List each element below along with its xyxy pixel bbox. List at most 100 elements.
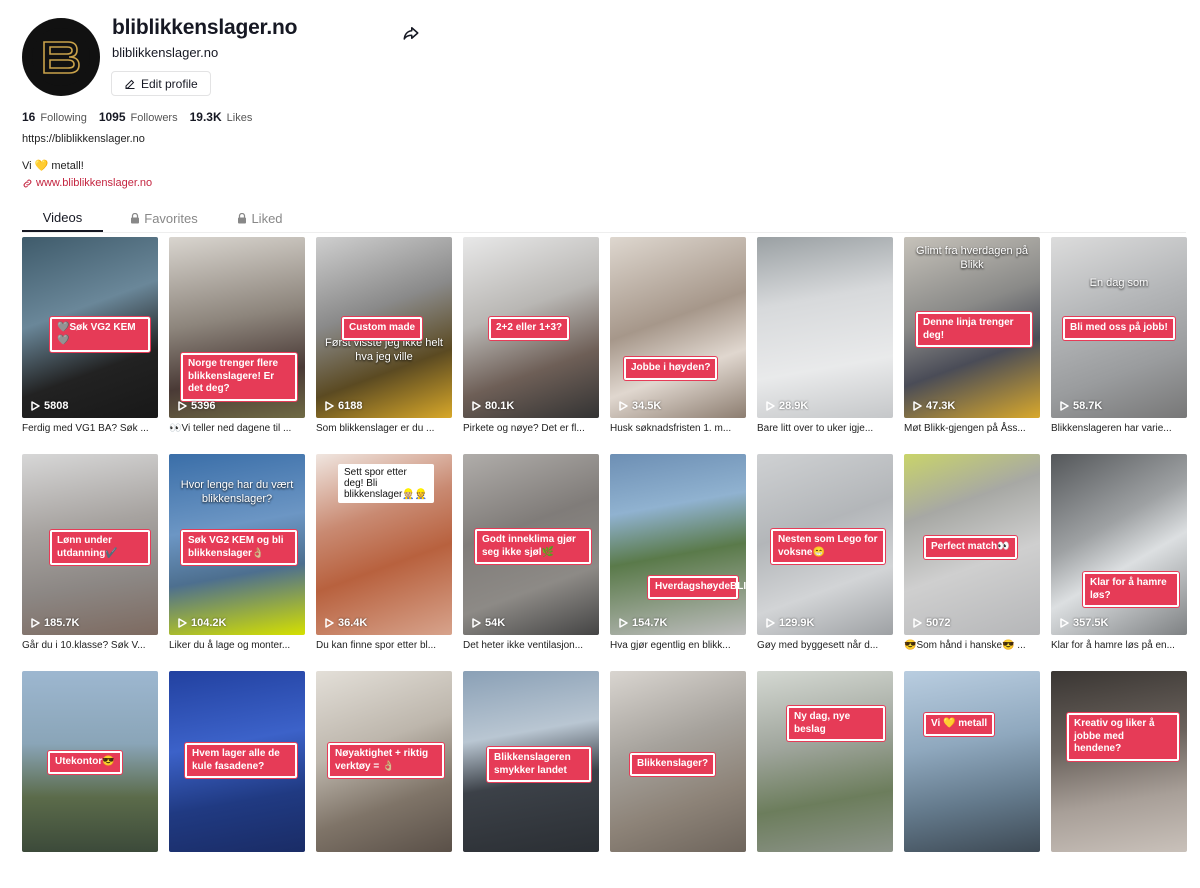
share-icon[interactable] bbox=[402, 24, 420, 42]
video-grid: 🩶Søk VG2 KEM🩶 5808 Ferdig med VG1 BA? Søk … bbox=[22, 237, 1188, 888]
video-card[interactable]: Perfect match👀 5072 😎Som hånd i hanske😎 ..… bbox=[904, 454, 1041, 671]
followers-label: Followers bbox=[130, 112, 178, 124]
video-card[interactable]: Norge trenger flere blikkenslagere! Er d… bbox=[169, 237, 306, 454]
video-tag: Hvem lager alle de kule fasadene? bbox=[185, 743, 297, 778]
video-caption[interactable]: Møt Blikk-gjengen på Åss... bbox=[904, 418, 1040, 434]
edit-profile-button[interactable]: Edit profile bbox=[111, 71, 211, 96]
video-thumbnail[interactable]: 2+2 eller 1+3? 80.1K bbox=[463, 237, 599, 418]
video-caption[interactable] bbox=[610, 852, 746, 857]
edit-icon bbox=[125, 79, 135, 89]
avatar[interactable] bbox=[22, 18, 100, 96]
video-card[interactable]: Nøyaktighet + riktig verktøy = 👌🏼 bbox=[316, 671, 453, 888]
video-thumbnail[interactable]: Vi 💛 metall bbox=[904, 671, 1040, 852]
video-caption[interactable]: Husk søknadsfristen 1. m... bbox=[610, 418, 746, 434]
video-overlay-text: Først visste jeg ikke helt hva jeg ville bbox=[325, 337, 443, 363]
play-icon bbox=[619, 401, 628, 411]
video-thumbnail[interactable]: Nøyaktighet + riktig verktøy = 👌🏼 bbox=[316, 671, 452, 852]
video-caption[interactable]: Hva gjør egentlig en blikk... bbox=[610, 635, 746, 651]
video-thumbnail[interactable]: Blikkenslager? bbox=[610, 671, 746, 852]
view-count: 47.3K bbox=[913, 400, 955, 412]
tab-liked[interactable]: Liked bbox=[225, 204, 295, 232]
video-thumbnail[interactable]: Norge trenger flere blikkenslagere! Er d… bbox=[169, 237, 305, 418]
video-card[interactable]: Utekontor😎 bbox=[22, 671, 159, 888]
video-card[interactable]: Klar for å hamre løs? 357.5K Klar for å ha… bbox=[1051, 454, 1188, 671]
video-caption[interactable]: Bare litt over to uker igje... bbox=[757, 418, 893, 434]
video-tag: Søk VG2 KEM og bli blikkenslager👌🏼 bbox=[181, 530, 297, 565]
profile-link[interactable]: www.bliblikkenslager.no bbox=[22, 177, 152, 189]
view-count: 185.7K bbox=[31, 617, 79, 629]
video-caption[interactable] bbox=[22, 852, 158, 857]
following-stat[interactable]: 16 Following bbox=[22, 110, 87, 124]
video-overlay-text: Glimt fra hverdagen på Blikk bbox=[916, 245, 1028, 271]
view-count-value: 5396 bbox=[191, 400, 216, 412]
video-thumbnail[interactable]: HverdagshøydeBLIKK 154.7K bbox=[610, 454, 746, 635]
video-caption[interactable]: Gøy med byggesett når d... bbox=[757, 635, 893, 651]
video-caption[interactable]: Ferdig med VG1 BA? Søk ... bbox=[22, 418, 158, 434]
video-thumbnail[interactable]: Lønn under utdanning✔️ 185.7K bbox=[22, 454, 158, 635]
video-card[interactable]: Først visste jeg ikke helt hva jeg ville… bbox=[316, 237, 453, 454]
video-card[interactable]: Blikkenslager? bbox=[610, 671, 747, 888]
video-thumbnail[interactable]: Jobbe i høyden? 34.5K bbox=[610, 237, 746, 418]
video-card[interactable]: 2+2 eller 1+3? 80.1K Pirkete og nøye? Det … bbox=[463, 237, 600, 454]
video-caption[interactable]: 😎Som hånd i hanske😎 ... bbox=[904, 635, 1040, 651]
video-thumbnail[interactable]: Hvem lager alle de kule fasadene? bbox=[169, 671, 305, 852]
video-card[interactable]: En dag som Bli med oss på jobb! 58.7K Blikk… bbox=[1051, 237, 1188, 454]
video-caption[interactable]: Liker du å lage og monter... bbox=[169, 635, 305, 651]
video-thumbnail[interactable]: En dag som Bli med oss på jobb! 58.7K bbox=[1051, 237, 1187, 418]
video-thumbnail[interactable]: Nesten som Lego for voksne😁 129.9K bbox=[757, 454, 893, 635]
video-thumbnail[interactable]: 🩶Søk VG2 KEM🩶 5808 bbox=[22, 237, 158, 418]
video-card[interactable]: Hvem lager alle de kule fasadene? bbox=[169, 671, 306, 888]
video-tag: Klar for å hamre løs? bbox=[1083, 572, 1179, 607]
video-caption[interactable]: Klar for å hamre løs på en... bbox=[1051, 635, 1187, 651]
video-thumbnail[interactable]: Blikkenslageren smykker landet bbox=[463, 671, 599, 852]
view-count-value: 185.7K bbox=[44, 617, 80, 629]
video-caption[interactable]: Går du i 10.klasse? Søk V... bbox=[22, 635, 158, 651]
video-caption[interactable]: 👀Vi teller ned dagene til ... bbox=[169, 418, 305, 434]
video-thumbnail[interactable]: Hvor lenge har du vært blikkenslager? Søk… bbox=[169, 454, 305, 635]
video-caption[interactable] bbox=[169, 852, 305, 857]
video-card[interactable]: Nesten som Lego for voksne😁 129.9K Gøy med… bbox=[757, 454, 894, 671]
view-count-value: 104.2K bbox=[191, 617, 227, 629]
video-thumbnail[interactable]: Utekontor😎 bbox=[22, 671, 158, 852]
video-caption[interactable] bbox=[1051, 852, 1187, 857]
followers-stat[interactable]: 1095 Followers bbox=[99, 110, 178, 124]
video-tag: 🩶Søk VG2 KEM🩶 bbox=[50, 317, 150, 352]
video-card[interactable]: Blikkenslageren smykker landet bbox=[463, 671, 600, 888]
play-icon bbox=[472, 618, 481, 628]
video-thumbnail[interactable]: 28.9K bbox=[757, 237, 893, 418]
video-caption[interactable]: Du kan finne spor etter bl... bbox=[316, 635, 452, 651]
video-overlay-text: Sett spor etter deg! Bli blikkenslager👷🏼… bbox=[338, 464, 434, 503]
video-thumbnail[interactable]: Klar for å hamre løs? 357.5K bbox=[1051, 454, 1187, 635]
video-card[interactable]: HverdagshøydeBLIKK 154.7K Hva gjør egentli… bbox=[610, 454, 747, 671]
video-thumbnail[interactable]: Kreativ og liker å jobbe med hendene? bbox=[1051, 671, 1187, 852]
video-card[interactable]: Godt inneklima gjør seg ikke sjøl🌿 54K Det… bbox=[463, 454, 600, 671]
video-card[interactable]: Sett spor etter deg! Bli blikkenslager👷🏼… bbox=[316, 454, 453, 671]
video-caption[interactable] bbox=[316, 852, 452, 857]
video-thumbnail[interactable]: Først visste jeg ikke helt hva jeg ville… bbox=[316, 237, 452, 418]
video-caption[interactable] bbox=[463, 852, 599, 857]
tab-favorites[interactable]: Favorites bbox=[103, 204, 225, 232]
video-card[interactable]: Kreativ og liker å jobbe med hendene? bbox=[1051, 671, 1188, 888]
video-caption[interactable] bbox=[757, 852, 893, 857]
video-thumbnail[interactable]: Perfect match👀 5072 bbox=[904, 454, 1040, 635]
video-caption[interactable]: Pirkete og nøye? Det er fl... bbox=[463, 418, 599, 434]
video-card[interactable]: Lønn under utdanning✔️ 185.7K Går du i 10.… bbox=[22, 454, 159, 671]
video-caption[interactable]: Blikkenslageren har varie... bbox=[1051, 418, 1187, 434]
video-thumbnail[interactable]: Godt inneklima gjør seg ikke sjøl🌿 54K bbox=[463, 454, 599, 635]
video-thumbnail[interactable]: Glimt fra hverdagen på Blikk Denne linja … bbox=[904, 237, 1040, 418]
tab-videos[interactable]: Videos bbox=[22, 204, 103, 232]
video-thumbnail[interactable]: Ny dag, nye beslag bbox=[757, 671, 893, 852]
view-count-value: 80.1K bbox=[485, 400, 515, 412]
video-card[interactable]: Jobbe i høyden? 34.5K Husk søknadsfristen … bbox=[610, 237, 747, 454]
view-count: 129.9K bbox=[766, 617, 814, 629]
video-card[interactable]: Ny dag, nye beslag bbox=[757, 671, 894, 888]
video-card[interactable]: 🩶Søk VG2 KEM🩶 5808 Ferdig med VG1 BA? Søk … bbox=[22, 237, 159, 454]
video-caption[interactable]: Det heter ikke ventilasjon... bbox=[463, 635, 599, 651]
video-card[interactable]: Glimt fra hverdagen på Blikk Denne linja … bbox=[904, 237, 1041, 454]
video-caption[interactable] bbox=[904, 852, 1040, 857]
video-card[interactable]: Vi 💛 metall bbox=[904, 671, 1041, 888]
video-thumbnail[interactable]: Sett spor etter deg! Bli blikkenslager👷🏼… bbox=[316, 454, 452, 635]
video-card[interactable]: Hvor lenge har du vært blikkenslager? Søk… bbox=[169, 454, 306, 671]
video-caption[interactable]: Som blikkenslager er du ... bbox=[316, 418, 452, 434]
video-card[interactable]: 28.9K Bare litt over to uker igje... bbox=[757, 237, 894, 454]
